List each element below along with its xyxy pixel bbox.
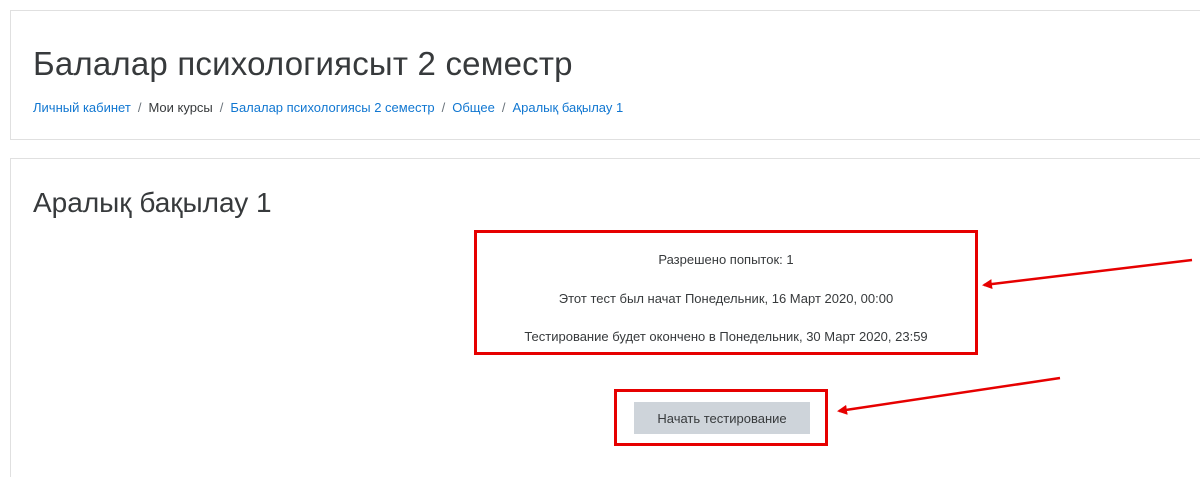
main-content: Аралық бақылау 1 Разрешено попыток: 1 Эт… [10, 158, 1200, 477]
breadcrumb-item-dashboard[interactable]: Личный кабинет [33, 100, 131, 115]
start-attempt-button[interactable]: Начать тестирование [634, 402, 810, 434]
start-button-highlight: Начать тестирование [614, 389, 828, 446]
course-title: Балалар психологиясыт 2 семестр [33, 45, 573, 82]
breadcrumb: Личный кабинет / Мои курсы / Балалар пси… [33, 100, 623, 115]
quiz-closes-text: Тестирование будет окончено в Понедельни… [524, 329, 928, 344]
breadcrumb-item-quiz[interactable]: Аралық бақылау 1 [512, 100, 623, 115]
breadcrumb-separator: / [137, 100, 142, 115]
quiz-info-highlight: Разрешено попыток: 1 Этот тест был начат… [474, 230, 978, 355]
quiz-title: Аралық бақылау 1 [33, 187, 272, 218]
breadcrumb-separator: / [501, 100, 506, 115]
breadcrumb-item-course[interactable]: Балалар психологиясы 2 семестр [230, 100, 434, 115]
breadcrumb-separator: / [441, 100, 446, 115]
breadcrumb-separator: / [219, 100, 224, 115]
quiz-opened-text: Этот тест был начат Понедельник, 16 Март… [558, 291, 894, 306]
breadcrumb-item-general[interactable]: Общее [452, 100, 495, 115]
breadcrumb-item-my-courses: Мои курсы [148, 100, 213, 115]
page-header: Балалар психологиясыт 2 семестр Личный к… [10, 10, 1200, 140]
page-canvas: Балалар психологиясыт 2 семестр Личный к… [0, 0, 1200, 477]
attempts-allowed-text: Разрешено попыток: 1 [658, 252, 794, 267]
